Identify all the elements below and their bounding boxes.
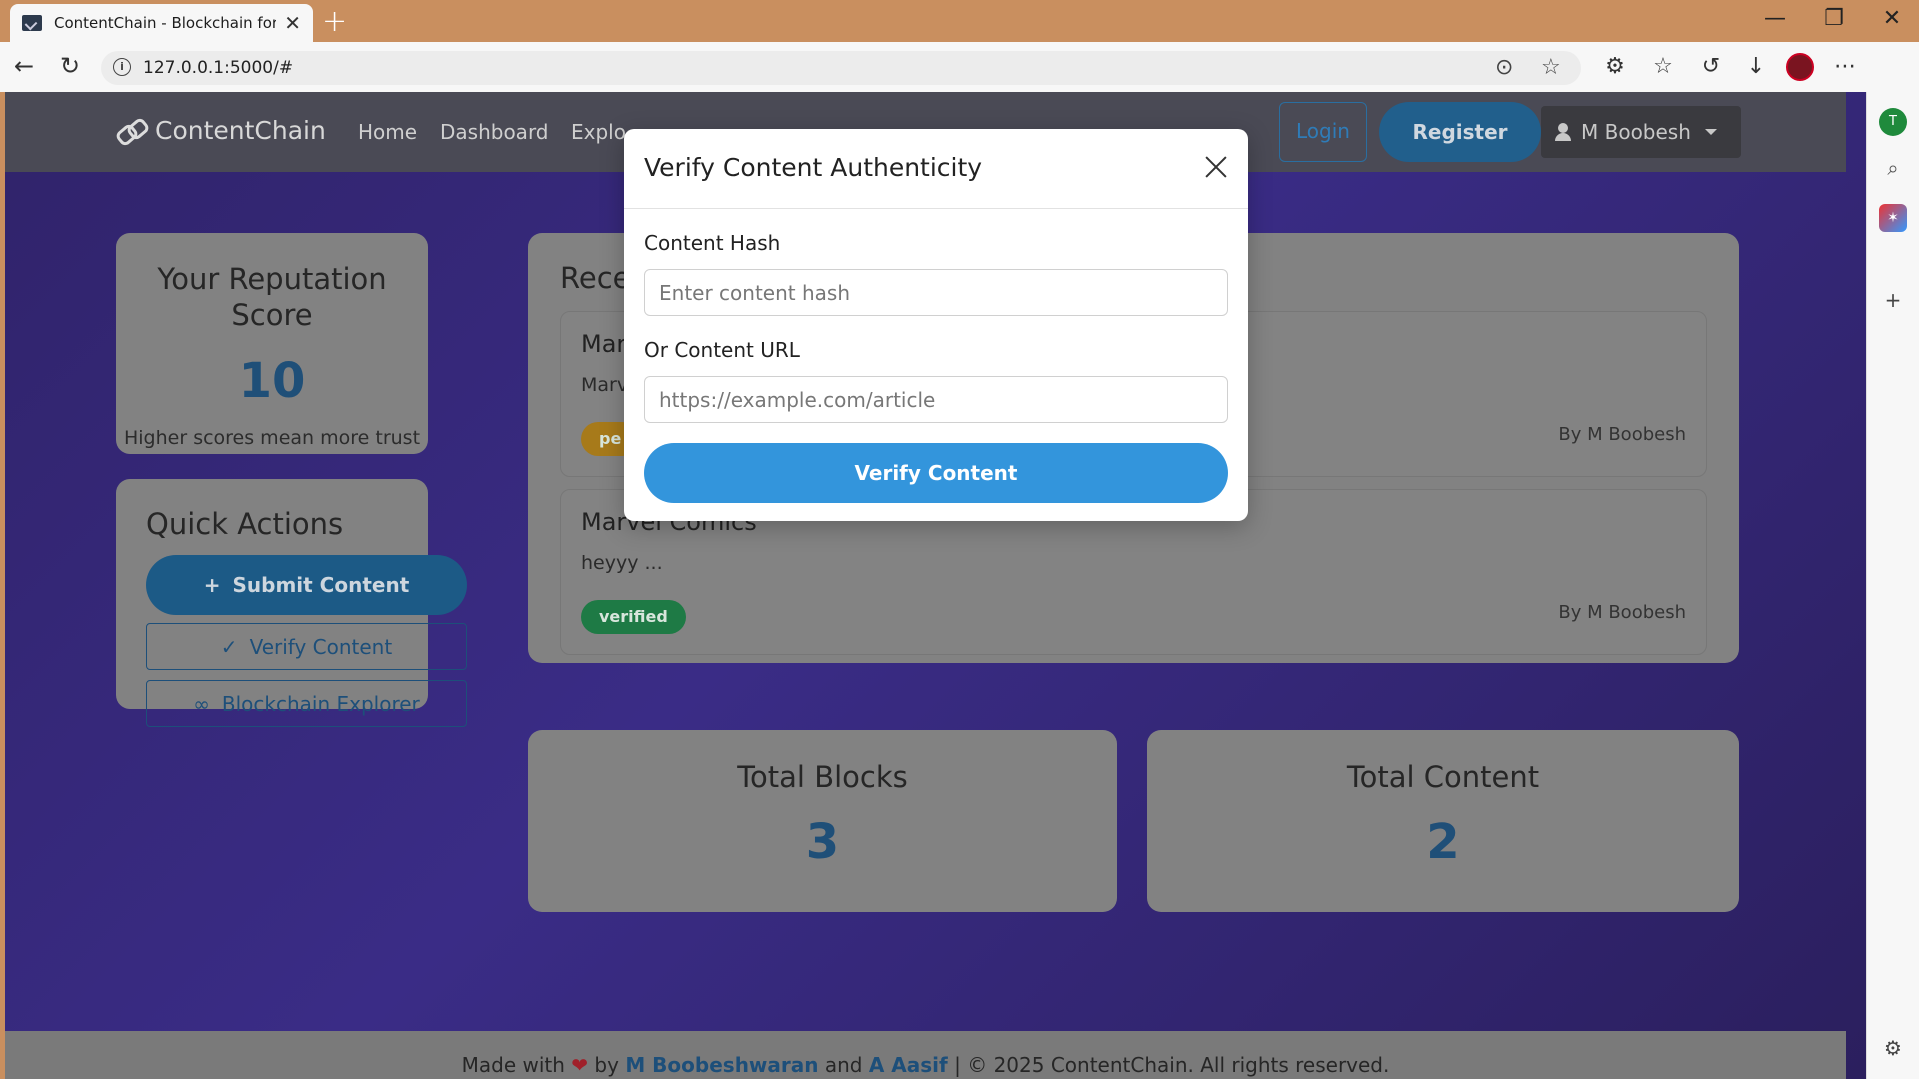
new-tab-button[interactable]: +	[322, 4, 347, 39]
tasks-app-icon[interactable]: T	[1879, 108, 1907, 136]
footer-text: Made with ❤ by M Boobeshwaran and A Aasi…	[5, 1053, 1846, 1077]
tab-title: ContentChain - Blockchain for Co	[54, 14, 276, 32]
blockchain-explorer-label: Blockchain Explorer	[221, 691, 420, 716]
content-item-author: By M Boobesh	[1558, 424, 1686, 445]
total-blocks-label: Total Blocks	[737, 760, 908, 794]
favorite-star-icon[interactable]: ☆	[1541, 55, 1561, 80]
verify-content-button[interactable]: ✓ Verify Content	[146, 623, 467, 670]
content-hash-label: Content Hash	[644, 231, 781, 255]
terminal-favicon-icon	[22, 15, 42, 31]
recent-content-title: Rece	[560, 261, 631, 295]
download-icon[interactable]: ↓	[1741, 54, 1771, 79]
history-icon[interactable]: ↺	[1696, 54, 1726, 79]
content-url-label: Or Content URL	[644, 338, 800, 362]
site-footer: Made with ❤ by M Boobeshwaran and A Aasi…	[5, 1031, 1846, 1079]
submit-content-button[interactable]: + Submit Content	[146, 555, 467, 615]
quick-actions-card: Quick Actions + Submit Content ✓ Verify …	[116, 479, 467, 727]
profile-avatar[interactable]	[1786, 53, 1814, 81]
extensions-icon[interactable]: ⚙	[1600, 54, 1630, 79]
reader-mode-icon[interactable]: ⊙	[1495, 55, 1513, 80]
browser-tab[interactable]: ContentChain - Blockchain for Co ✕	[10, 4, 313, 42]
total-content-label: Total Content	[1346, 760, 1540, 794]
submit-content-label: Submit Content	[232, 573, 410, 597]
user-icon	[1555, 123, 1571, 141]
content-url-input[interactable]	[644, 376, 1228, 423]
address-bar: ← ↻ i 127.0.0.1:5000/# ⊙ ☆ ⚙ ☆ ↺ ↓ ⋯	[0, 42, 1919, 92]
caret-down-icon	[1704, 129, 1717, 135]
content-item-body: heyyy ...	[581, 552, 663, 574]
checkmark-icon: ✓	[220, 634, 238, 659]
author-link-2[interactable]: A Aasif	[869, 1053, 948, 1077]
content-item-body: Marv	[581, 374, 629, 396]
nav-dashboard[interactable]: Dashboard	[440, 120, 549, 144]
reputation-score: 10	[238, 353, 306, 409]
login-button[interactable]: Login	[1279, 102, 1367, 162]
reputation-description: Higher scores mean more trust	[123, 427, 421, 449]
copilot-icon[interactable]: ✶	[1879, 204, 1907, 232]
heart-icon: ❤	[571, 1053, 589, 1077]
close-icon[interactable]	[1200, 151, 1232, 183]
url-text: 127.0.0.1:5000/#	[143, 58, 294, 78]
reputation-card: Your Reputation Score 10 Higher scores m…	[116, 233, 428, 454]
user-menu-dropdown[interactable]: M Boobesh	[1541, 106, 1741, 158]
close-window-button[interactable]: ✕	[1872, 6, 1912, 31]
site-info-icon[interactable]: i	[113, 58, 131, 76]
footer-by: by	[594, 1053, 619, 1077]
search-icon[interactable]: ⌕	[1879, 156, 1907, 184]
content-item-author: By M Boobesh	[1558, 602, 1686, 623]
minimize-button[interactable]: —	[1755, 6, 1795, 31]
footer-and: and	[824, 1053, 863, 1077]
brand-name: ContentChain	[155, 116, 326, 145]
total-content-card: Total Content 2	[1147, 730, 1739, 912]
content-item-title: Mar	[581, 330, 627, 358]
modal-header: Verify Content Authenticity	[624, 129, 1248, 209]
author-link-1[interactable]: M Boobeshwaran	[625, 1053, 818, 1077]
status-badge: verified	[581, 600, 686, 634]
total-content-value: 2	[1426, 814, 1460, 870]
browser-tab-bar: ContentChain - Blockchain for Co ✕ + — ❐…	[0, 0, 1919, 42]
verify-content-label: Verify Content	[249, 634, 393, 659]
settings-gear-icon[interactable]: ⚙	[1879, 1036, 1907, 1064]
plus-icon: +	[203, 573, 221, 597]
back-arrow-icon[interactable]: ←	[8, 52, 40, 80]
restore-button[interactable]: ❐	[1814, 6, 1854, 31]
reputation-title: Your Reputation Score	[157, 262, 387, 332]
nav-home[interactable]: Home	[358, 120, 417, 144]
footer-made-with: Made with	[461, 1053, 565, 1077]
link-icon: ∞	[193, 691, 210, 716]
total-blocks-card: Total Blocks 3	[528, 730, 1117, 912]
favorites-icon[interactable]: ☆	[1648, 54, 1678, 79]
register-button[interactable]: Register	[1379, 102, 1541, 162]
quick-actions-title: Quick Actions	[146, 507, 344, 541]
more-menu-icon[interactable]: ⋯	[1830, 54, 1860, 79]
url-input[interactable]: i 127.0.0.1:5000/# ⊙ ☆	[101, 51, 1581, 85]
edge-sidebar: T ⌕ ✶ + ⚙	[1866, 92, 1919, 1079]
nav-explorer[interactable]: Explo	[571, 120, 626, 144]
modal-title: Verify Content Authenticity	[644, 153, 983, 182]
total-blocks-value: 3	[805, 814, 840, 870]
add-sidebar-icon[interactable]: +	[1879, 288, 1907, 316]
verify-modal: Verify Content Authenticity Content Hash…	[624, 129, 1248, 521]
tab-close-icon[interactable]: ✕	[284, 11, 301, 35]
footer-copyright: | © 2025 ContentChain. All rights reserv…	[954, 1053, 1390, 1077]
reload-icon[interactable]: ↻	[54, 52, 86, 80]
content-hash-input[interactable]	[644, 269, 1228, 316]
blockchain-explorer-button[interactable]: ∞ Blockchain Explorer	[146, 680, 467, 727]
link-icon	[117, 121, 145, 141]
verify-content-submit-button[interactable]: Verify Content	[644, 443, 1228, 503]
page-viewport: ContentChain Home Dashboard Explo Login …	[5, 92, 1866, 1079]
user-name: M Boobesh	[1581, 120, 1691, 144]
brand-logo[interactable]: ContentChain	[117, 116, 326, 145]
